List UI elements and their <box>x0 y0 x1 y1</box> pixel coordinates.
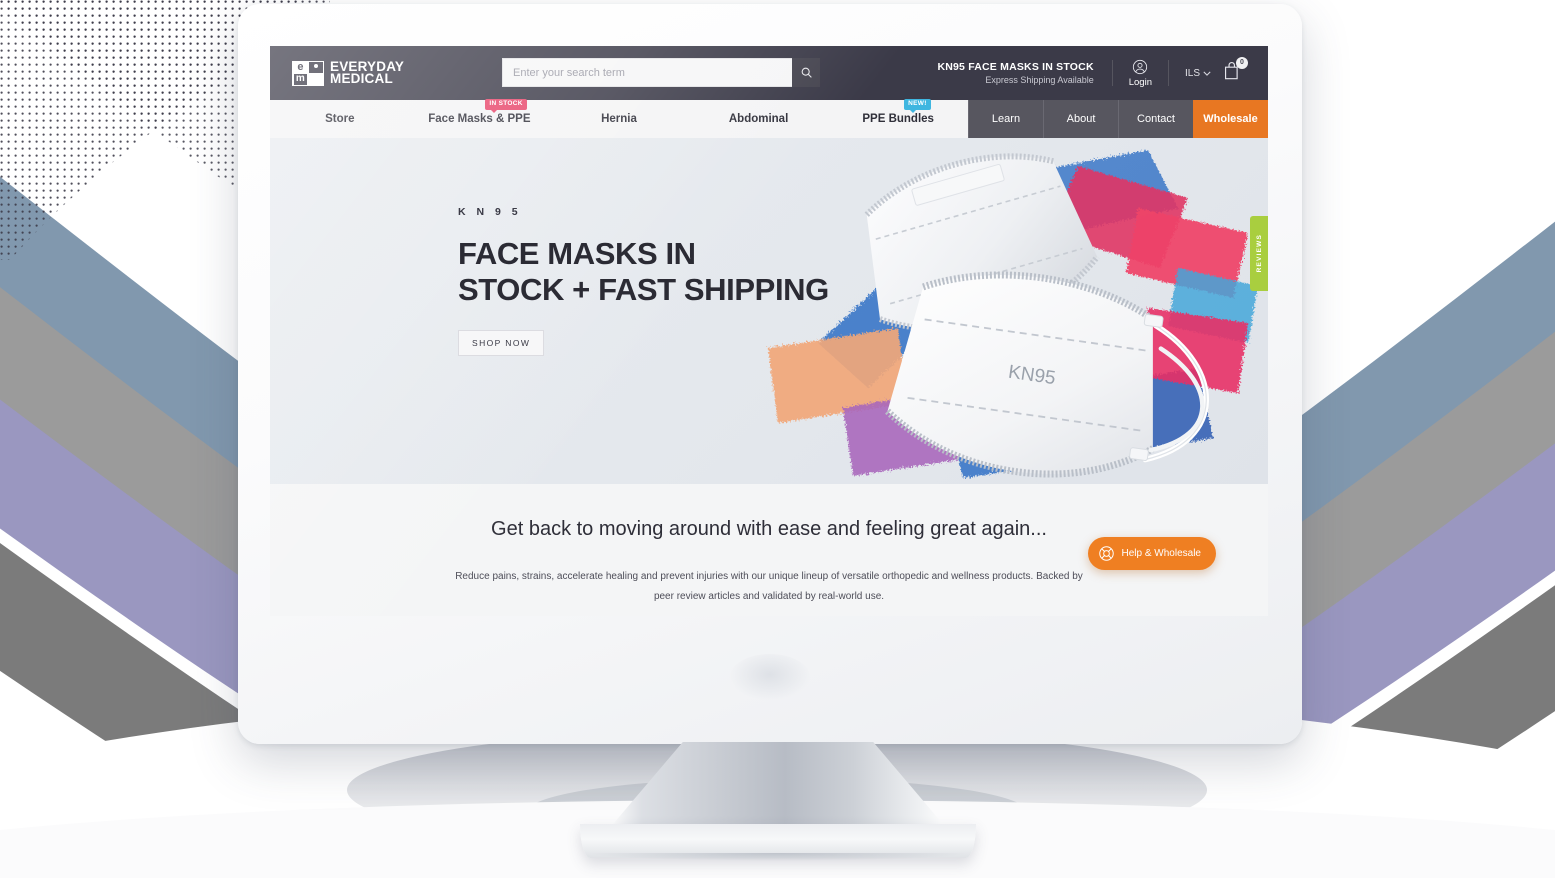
user-icon <box>1133 59 1148 74</box>
nav-primary-group: Store Face Masks & PPE IN STOCK Hernia A… <box>270 99 968 138</box>
nav-item-contact[interactable]: Contact <box>1118 100 1193 138</box>
logo-dot-cell <box>308 62 323 73</box>
monitor-stand-base <box>580 824 976 861</box>
nav-item-wholesale[interactable]: Wholesale <box>1193 100 1268 138</box>
cart-count-badge: 0 <box>1236 56 1248 69</box>
search-button[interactable] <box>792 58 820 87</box>
hero-eyebrow: K N 9 5 <box>458 206 522 218</box>
nav-label: PPE Bundles <box>862 113 934 125</box>
nav-label: Face Masks & PPE <box>428 113 531 125</box>
lifebuoy-icon <box>1098 546 1114 561</box>
logo-wordmark: EVERYDAY MEDICAL <box>330 60 404 86</box>
intro-section: Get back to moving around with ease and … <box>270 484 1268 616</box>
help-wholesale-label: Help & Wholesale <box>1121 548 1201 559</box>
promo-title: KN95 FACE MASKS IN STOCK <box>937 61 1094 73</box>
hero-copy: K N 9 5 FACE MASKS IN STOCK + FAST SHIPP… <box>458 206 829 356</box>
monitor-mockup: e m EVERYDAY MEDICAL Enter your search t… <box>238 4 1302 744</box>
reviews-tab-label: REVIEWS <box>1255 234 1263 273</box>
header-right-group: KN95 FACE MASKS IN STOCK Express Shippin… <box>937 46 1248 100</box>
hero-title-line-1: FACE MASKS IN <box>458 236 696 271</box>
nav-item-store[interactable]: Store <box>270 100 410 138</box>
site-logo[interactable]: e m EVERYDAY MEDICAL <box>292 60 404 86</box>
hero-title-line-2: STOCK + FAST SHIPPING <box>458 272 829 307</box>
nav-item-abdominal[interactable]: Abdominal <box>689 100 829 138</box>
promo-subtitle: Express Shipping Available <box>985 75 1094 85</box>
logo-blank-cell <box>308 74 323 85</box>
site-header: e m EVERYDAY MEDICAL Enter your search t… <box>270 46 1268 100</box>
logo-mark-icon: e m <box>292 60 324 86</box>
nav-item-face-masks-ppe[interactable]: Face Masks & PPE IN STOCK <box>410 99 550 138</box>
nav-secondary-group: Learn About Contact Wholesale <box>968 100 1268 138</box>
nav-item-about[interactable]: About <box>1043 100 1118 138</box>
hero-title: FACE MASKS IN STOCK + FAST SHIPPING <box>458 236 829 308</box>
nav-label: Store <box>325 113 355 125</box>
promo-message: KN95 FACE MASKS IN STOCK Express Shippin… <box>937 61 1111 85</box>
login-button[interactable]: Login <box>1113 59 1168 88</box>
nav-item-ppe-bundles[interactable]: PPE Bundles NEW! <box>828 99 968 138</box>
nav-label: Abdominal <box>728 113 789 125</box>
nav-item-learn[interactable]: Learn <box>968 100 1043 138</box>
search-bar <box>502 58 820 87</box>
hero-banner: KN95 K N 9 5 FACE MASKS IN STOCK + FAST … <box>270 138 1268 484</box>
logo-line-2: MEDICAL <box>330 71 393 86</box>
currency-value: ILS <box>1184 67 1200 79</box>
chevron-down-icon <box>1203 71 1211 76</box>
help-wholesale-button[interactable]: Help & Wholesale <box>1087 537 1216 570</box>
nav-badge-in-stock: IN STOCK <box>485 99 527 112</box>
main-navigation: Store Face Masks & PPE IN STOCK Hernia A… <box>270 99 1268 138</box>
nav-badge-new: NEW! <box>904 99 931 112</box>
monitor-logo-dimple <box>730 654 810 700</box>
nav-item-hernia[interactable]: Hernia <box>549 100 689 138</box>
search-input[interactable] <box>502 58 792 87</box>
logo-letter-m: m <box>293 73 308 85</box>
search-icon <box>801 67 812 78</box>
shop-now-button[interactable]: SHOP NOW <box>458 330 545 356</box>
login-label: Login <box>1128 76 1152 88</box>
currency-selector[interactable]: ILS <box>1169 68 1223 79</box>
intro-paragraph: Reduce pains, strains, accelerate healin… <box>455 571 1083 602</box>
nav-label: Hernia <box>601 113 637 125</box>
reviews-side-tab[interactable]: REVIEWS <box>1250 216 1268 291</box>
logo-letter-e: e <box>293 62 308 73</box>
cart-button[interactable]: 0 <box>1223 56 1248 86</box>
browser-viewport: e m EVERYDAY MEDICAL Enter your search t… <box>270 46 1268 616</box>
